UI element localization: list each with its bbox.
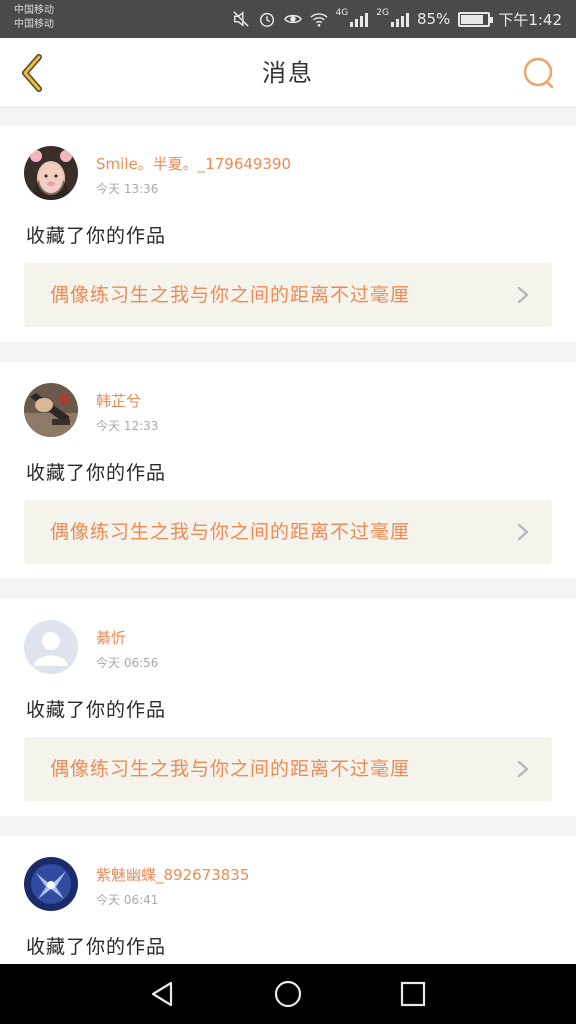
message-time: 今天 13:36 xyxy=(96,182,159,196)
battery-icon xyxy=(458,11,494,27)
message-card: 韩芷兮 今天 12:33 收藏了你的作品 偶像练习生之我与你之间的距离不过毫厘 xyxy=(0,362,576,579)
avatar[interactable] xyxy=(24,383,78,437)
message-action: 收藏了你的作品 xyxy=(26,699,167,721)
signal-icon-2 xyxy=(390,11,409,27)
avatar[interactable] xyxy=(24,857,78,911)
work-link[interactable]: 偶像练习生之我与你之间的距离不过毫厘 xyxy=(24,737,552,801)
message-list: Smile。半夏。_179649390 今天 13:36 收藏了你的作品 偶像练… xyxy=(0,125,576,1024)
battery-percent: 85% xyxy=(416,10,451,28)
work-title: 偶像练习生之我与你之间的距离不过毫厘 xyxy=(50,758,411,780)
battery-fill xyxy=(461,14,484,24)
chevron-right-icon xyxy=(517,760,529,778)
message-time: 今天 12:33 xyxy=(96,419,159,433)
signal-icon-1 xyxy=(350,11,369,27)
alarm-icon xyxy=(259,12,274,27)
message-action: 收藏了你的作品 xyxy=(26,225,167,247)
work-title: 偶像练习生之我与你之间的距离不过毫厘 xyxy=(50,284,411,306)
user-name[interactable]: 綦忻 xyxy=(96,627,126,648)
status-bar: 中国移动 中国移动 4G 2G 85% 下午1:42 xyxy=(0,0,576,38)
message-action: 收藏了你的作品 xyxy=(26,462,167,484)
message-card: 綦忻 今天 06:56 收藏了你的作品 偶像练习生之我与你之间的距离不过毫厘 xyxy=(0,599,576,816)
circle-home-icon xyxy=(274,980,302,1008)
mute-icon xyxy=(232,11,249,27)
clock: 下午1:42 xyxy=(498,10,562,29)
network-4g-label: 4G xyxy=(335,8,349,18)
message-time: 今天 06:56 xyxy=(96,656,159,670)
user-name[interactable]: 韩芷兮 xyxy=(96,390,141,411)
work-title: 偶像练习生之我与你之间的距离不过毫厘 xyxy=(50,521,411,543)
app-header: 消息 xyxy=(0,38,576,108)
eye-icon xyxy=(283,14,302,24)
work-link[interactable]: 偶像练习生之我与你之间的距离不过毫厘 xyxy=(24,500,552,564)
user-name[interactable]: Smile。半夏。_179649390 xyxy=(96,153,291,174)
chevron-right-icon xyxy=(517,286,529,304)
search-icon xyxy=(523,57,554,89)
message-card: Smile。半夏。_179649390 今天 13:36 收藏了你的作品 偶像练… xyxy=(0,125,576,342)
wifi-icon xyxy=(309,13,328,27)
avatar[interactable] xyxy=(24,620,78,674)
chevron-right-icon xyxy=(517,523,529,541)
status-icons: 4G 2G 85% 下午1:42 xyxy=(232,0,562,38)
carrier-info: 中国移动 中国移动 xyxy=(14,4,54,32)
user-name[interactable]: 紫魅幽蝶_892673835 xyxy=(96,864,249,885)
message-action: 收藏了你的作品 xyxy=(26,936,167,958)
network-2g-label: 2G xyxy=(376,8,389,18)
nav-back-button[interactable] xyxy=(143,974,183,1014)
carrier-1: 中国移动 xyxy=(14,5,54,16)
triangle-back-icon xyxy=(151,981,172,1007)
work-link[interactable]: 偶像练习生之我与你之间的距离不过毫厘 xyxy=(24,263,552,327)
nav-recents-button[interactable] xyxy=(393,974,433,1014)
avatar[interactable] xyxy=(24,146,78,200)
square-recents-icon xyxy=(401,981,426,1007)
carrier-2: 中国移动 xyxy=(14,19,54,30)
system-nav-bar xyxy=(0,964,576,1024)
page-title: 消息 xyxy=(262,59,314,87)
message-time: 今天 06:41 xyxy=(96,893,159,907)
nav-home-button[interactable] xyxy=(268,974,308,1014)
search-button[interactable] xyxy=(518,52,560,94)
